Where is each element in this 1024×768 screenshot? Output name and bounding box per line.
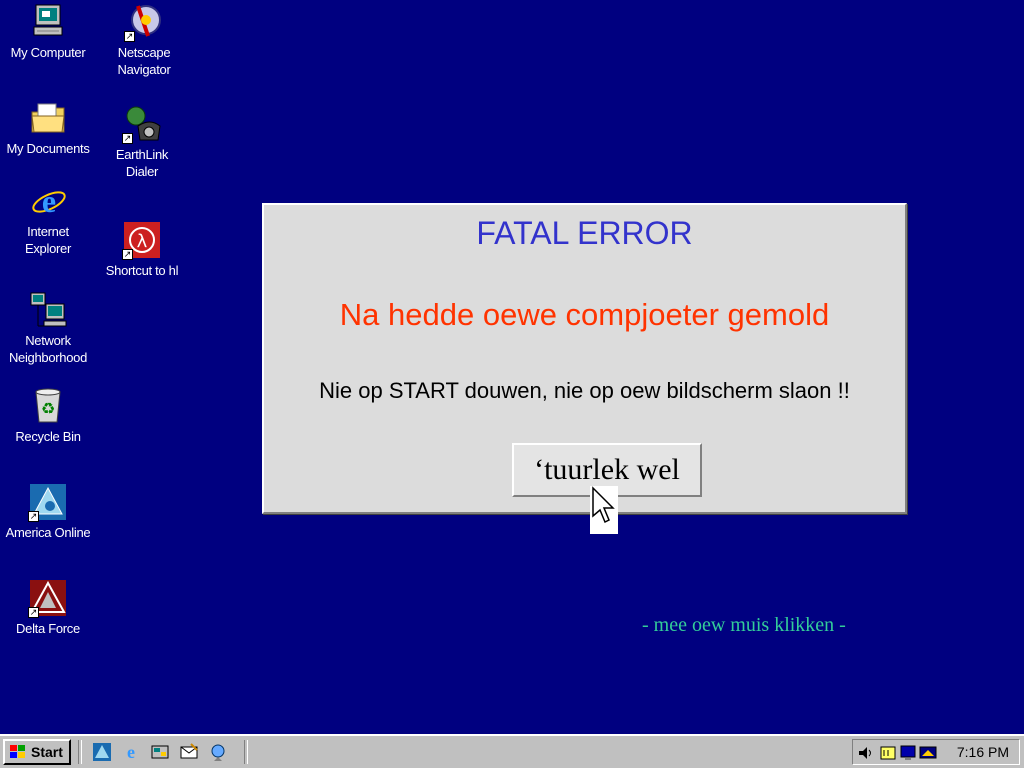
- taskbar-divider: [78, 740, 82, 764]
- desktop-icon-label: Internet: [27, 224, 69, 239]
- shortcut-arrow-icon: ↗: [28, 607, 39, 618]
- show-desktop-icon[interactable]: [150, 742, 170, 762]
- desktop-icon-label: Explorer: [24, 241, 71, 256]
- desktop-icon-delta-force[interactable]: ↗ Delta Force: [0, 578, 96, 637]
- desktop-icon-earthlink-dialer[interactable]: ↗ EarthLink Dialer: [94, 104, 190, 180]
- dialog-subtitle: Na hedde oewe compjoeter gemold: [339, 297, 830, 332]
- system-tray: 7:16 PM: [852, 739, 1020, 765]
- internet-explorer-icon: e: [28, 181, 68, 221]
- desktop-icon-label: America Online: [5, 525, 91, 540]
- outlook-express-icon[interactable]: [179, 742, 199, 762]
- svg-text:e: e: [42, 183, 56, 219]
- internet-explorer-icon[interactable]: e: [121, 742, 141, 762]
- windows-logo-icon: [8, 743, 28, 761]
- channels-icon[interactable]: [208, 742, 228, 762]
- desktop-icon-my-computer[interactable]: My Computer: [0, 2, 96, 61]
- svg-text:e: e: [127, 742, 135, 762]
- desktop-icon-network-neighborhood[interactable]: Network Neighborhood: [0, 290, 96, 366]
- desktop-icon-label: Navigator: [117, 62, 171, 77]
- mouse-cursor-icon: [590, 486, 618, 534]
- monitor-icon[interactable]: [919, 744, 937, 762]
- desktop-icon-label: Shortcut to hl: [105, 263, 179, 278]
- desktop-icon-label: My Computer: [10, 45, 86, 60]
- desktop-icon-label: Recycle Bin: [15, 429, 81, 444]
- dialog-title: FATAL ERROR: [476, 215, 693, 251]
- desktop-icon-label: Dialer: [125, 164, 159, 179]
- shortcut-arrow-icon: ↗: [122, 133, 133, 144]
- display-icon[interactable]: [899, 744, 917, 762]
- click-hint-text: - mee oew muis klikken -: [642, 614, 846, 636]
- recycle-bin-icon: ♻: [28, 386, 68, 426]
- start-button[interactable]: Start: [3, 739, 71, 765]
- desktop-icon-label: Neighborhood: [8, 350, 88, 365]
- desktop-icon-label: Network: [25, 333, 71, 348]
- dialog-message: Nie op START douwen, nie op oew bildsche…: [319, 378, 850, 403]
- desktop-icon-label: EarthLink: [115, 147, 169, 162]
- desktop-icon-label: Netscape: [117, 45, 171, 60]
- half-life-icon: λ ↗: [122, 220, 162, 260]
- desktop-icon-label: My Documents: [6, 141, 90, 156]
- desktop-icon-internet-explorer[interactable]: e Internet Explorer: [0, 181, 96, 257]
- desktop-icon-recycle-bin[interactable]: ♻ Recycle Bin: [0, 386, 96, 445]
- svg-text:♻: ♻: [41, 399, 55, 418]
- desktop-icon-netscape-navigator[interactable]: ↗ Netscape Navigator: [96, 2, 192, 78]
- shortcut-arrow-icon: ↗: [124, 31, 135, 42]
- earthlink-dialer-icon: ↗: [122, 104, 162, 144]
- task-scheduler-icon[interactable]: [879, 744, 897, 762]
- network-neighborhood-icon: [28, 290, 68, 330]
- my-documents-icon: [28, 98, 68, 138]
- taskbar-divider: [244, 740, 248, 764]
- desktop-icon-label: Delta Force: [16, 621, 80, 636]
- aol-icon[interactable]: [92, 742, 112, 762]
- shortcut-arrow-icon: ↗: [28, 511, 39, 522]
- desktop: My Computer ↗ Netscape Navigator My Docu…: [0, 0, 1024, 734]
- my-computer-icon: [28, 2, 68, 42]
- svg-text:λ: λ: [137, 231, 148, 252]
- delta-force-icon: ↗: [28, 578, 68, 618]
- desktop-icon-my-documents[interactable]: My Documents: [0, 98, 96, 157]
- start-label: Start: [31, 744, 63, 760]
- fatal-error-dialog: FATAL ERROR Na hedde oewe compjoeter gem…: [262, 203, 907, 514]
- desktop-icon-shortcut-to-hl[interactable]: λ ↗ Shortcut to hl: [94, 220, 190, 279]
- volume-icon[interactable]: [857, 744, 875, 762]
- taskbar: Start e 7:16 PM: [0, 734, 1024, 768]
- desktop-icon-america-online[interactable]: ↗ America Online: [0, 482, 96, 541]
- america-online-icon: ↗: [28, 482, 68, 522]
- netscape-navigator-icon: ↗: [124, 2, 164, 42]
- shortcut-arrow-icon: ↗: [122, 249, 133, 260]
- clock[interactable]: 7:16 PM: [957, 744, 1009, 760]
